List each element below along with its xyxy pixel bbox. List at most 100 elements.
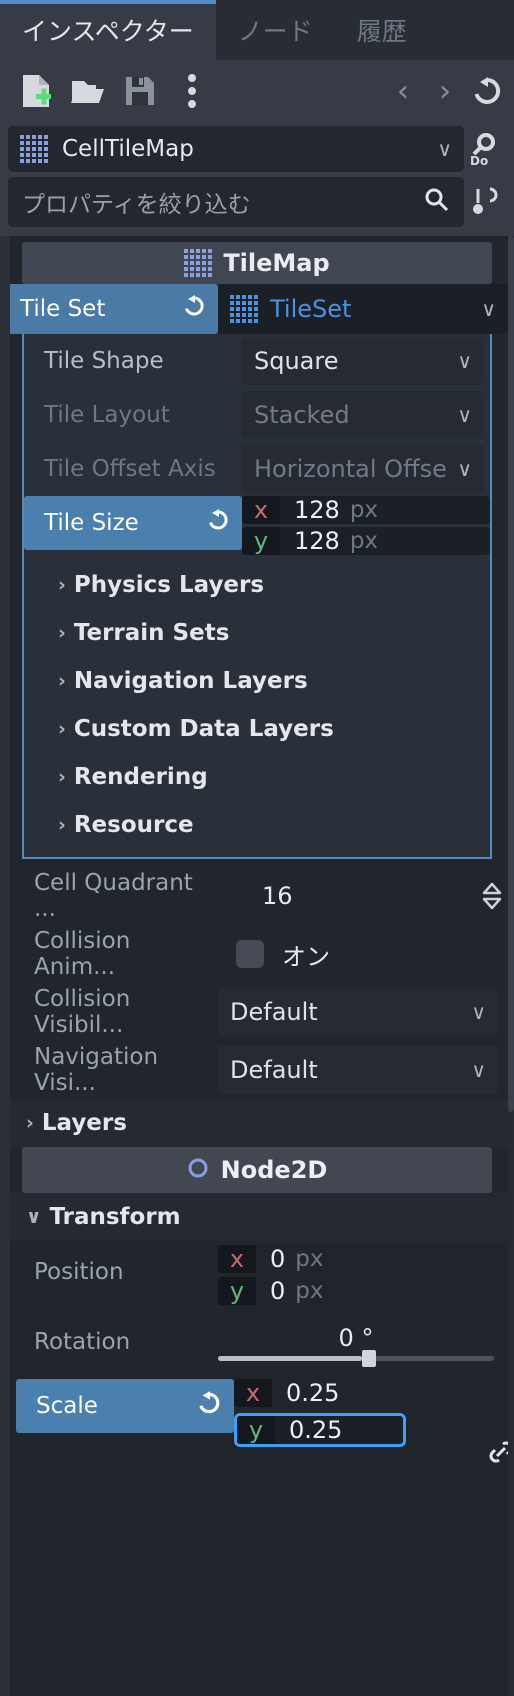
section-navigation-layers[interactable]: › Navigation Layers <box>24 657 490 705</box>
property-name-tile-shape[interactable]: Tile Shape <box>24 334 242 388</box>
property-name-collision-visibility[interactable]: Collision Visibil... <box>0 983 218 1041</box>
property-name-tile-offset-axis[interactable]: Tile Offset Axis <box>24 442 242 496</box>
property-name-tile-set[interactable]: Tile Set <box>0 284 218 334</box>
property-name-position[interactable]: Position <box>0 1245 218 1299</box>
tile-shape-dropdown[interactable]: Square ∨ <box>242 337 484 385</box>
node2d-icon <box>187 1157 209 1183</box>
revert-icon[interactable] <box>182 294 206 324</box>
revert-icon[interactable] <box>206 508 230 538</box>
position-y-unit: px <box>295 1278 324 1304</box>
scale-x-input[interactable]: x 0.25 <box>234 1379 394 1407</box>
position-y-value: 0 <box>270 1277 286 1305</box>
property-label-tile-layout: Tile Layout <box>44 402 170 428</box>
chevron-down-icon[interactable]: ∨ <box>437 137 452 161</box>
property-label-navigation-visibility: Navigation Visi... <box>34 1044 159 1096</box>
property-name-tile-layout[interactable]: Tile Layout <box>24 388 242 442</box>
property-row-tile-size: Tile Size x 128 px y 128 px <box>24 496 490 555</box>
chevron-down-icon[interactable]: ∨ <box>457 349 472 373</box>
checkbox-unchecked-icon[interactable] <box>236 940 264 968</box>
chevron-down-icon[interactable]: ∨ <box>471 1000 486 1024</box>
tab-history[interactable]: 履歴 <box>334 0 429 60</box>
section-transform[interactable]: ∨ Transform <box>0 1193 514 1241</box>
property-value-tile-set: TileSet ∨ <box>218 284 514 334</box>
tile-layout-value: Stacked <box>254 401 350 429</box>
section-custom-data-layers[interactable]: › Custom Data Layers <box>24 705 490 753</box>
slider-handle[interactable] <box>361 1349 376 1367</box>
stepper-icon[interactable] <box>480 881 504 911</box>
tab-inspector[interactable]: インスペクター <box>0 0 216 60</box>
chevron-down-icon[interactable]: ∨ <box>481 297 496 321</box>
section-label-rendering: Rendering <box>73 764 208 790</box>
property-label-tile-set: Tile Set <box>20 296 106 322</box>
property-name-collision-animatable[interactable]: Collision Anim... <box>0 925 218 983</box>
rotation-slider[interactable]: 0 ° <box>218 1323 504 1367</box>
slider-track[interactable] <box>218 1349 494 1367</box>
chevron-right-icon: › <box>58 766 66 788</box>
property-label-position: Position <box>34 1259 124 1285</box>
section-label-transform: Transform <box>49 1204 181 1230</box>
property-label-tile-shape: Tile Shape <box>44 348 164 374</box>
vertical-scrollbar[interactable] <box>508 236 514 1696</box>
property-row-tile-layout: Tile Layout Stacked ∨ <box>24 388 490 442</box>
section-rendering[interactable]: › Rendering <box>24 753 490 801</box>
property-row-scale: Scale x 0.25 y 0.25 <box>0 1379 514 1463</box>
object-selector[interactable]: CellTileMap ∨ <box>8 126 464 172</box>
search-icon[interactable] <box>424 187 450 217</box>
position-y-input[interactable]: y 0 px <box>218 1277 504 1305</box>
scale-y-input[interactable]: y 0.25 <box>234 1413 406 1447</box>
property-value-tile-shape: Square ∨ <box>242 334 490 388</box>
new-file-icon[interactable] <box>10 65 62 117</box>
object-name: CellTileMap <box>62 136 194 162</box>
tile-layout-dropdown[interactable]: Stacked ∨ <box>242 391 484 439</box>
section-label-custom-data-layers: Custom Data Layers <box>73 716 334 742</box>
chevron-down-icon[interactable]: ∨ <box>457 457 472 481</box>
property-value-cell-quadrant[interactable]: 16 <box>218 867 514 925</box>
nav-forward-button[interactable]: › <box>424 65 466 117</box>
property-value-tile-offset-axis: Horizontal Offse ∨ <box>242 442 490 496</box>
search-input[interactable]: プロパティを絞り込む <box>8 177 464 227</box>
section-resource[interactable]: › Resource <box>24 801 490 849</box>
tile-size-x-input[interactable]: x 128 px <box>242 496 490 524</box>
history-icon[interactable] <box>466 65 508 117</box>
scrollbar-thumb[interactable] <box>508 236 514 1112</box>
tile-size-y-input[interactable]: y 128 px <box>242 527 490 555</box>
chevron-down-icon[interactable]: ∨ <box>471 1058 486 1082</box>
save-icon[interactable] <box>114 65 166 117</box>
open-folder-icon[interactable] <box>62 65 114 117</box>
navigation-visibility-dropdown[interactable]: Default ∨ <box>218 1046 498 1094</box>
property-value-rotation: 0 ° <box>218 1313 514 1371</box>
tile-size-y-unit: px <box>349 528 379 554</box>
more-options-icon[interactable] <box>166 65 218 117</box>
property-name-cell-quadrant[interactable]: Cell Quadrant ... <box>0 867 218 925</box>
navigation-visibility-value: Default <box>230 1056 318 1084</box>
object-tools-icon[interactable] <box>464 176 506 228</box>
nav-back-button[interactable]: ‹ <box>382 65 424 117</box>
axis-label-x: x <box>218 1245 256 1273</box>
tab-node[interactable]: ノード <box>215 0 335 60</box>
collision-visibility-dropdown[interactable]: Default ∨ <box>218 988 498 1036</box>
doc-search-icon[interactable]: Do <box>464 123 506 175</box>
tileset-resource-field[interactable]: TileSet ∨ <box>218 284 508 334</box>
property-list: TileMap Tile Set TileSet ∨ Tile Shape Sq… <box>0 236 514 1463</box>
section-terrain-sets[interactable]: › Terrain Sets <box>24 609 490 657</box>
property-value-collision-animatable: オン <box>218 925 514 983</box>
section-layers[interactable]: › Layers <box>0 1099 514 1147</box>
revert-icon[interactable] <box>196 1390 222 1422</box>
property-name-rotation[interactable]: Rotation <box>0 1313 218 1371</box>
tab-history-label: 履歴 <box>356 17 407 46</box>
inspector-panel: インスペクター ノード 履歴 ‹ › CellTileMap ∨ Do プロパテ… <box>0 0 514 1696</box>
property-name-navigation-visibility[interactable]: Navigation Visi... <box>0 1041 218 1099</box>
tile-size-y-value: 128 <box>294 527 340 555</box>
rotation-value: 0 ° <box>338 1323 374 1352</box>
svg-text:Do: Do <box>470 154 488 166</box>
tile-offset-axis-dropdown[interactable]: Horizontal Offse ∨ <box>242 445 484 493</box>
cell-quadrant-value: 16 <box>262 882 293 910</box>
search-placeholder: プロパティを絞り込む <box>22 192 251 218</box>
property-name-tile-size[interactable]: Tile Size <box>24 496 242 550</box>
section-physics-layers[interactable]: › Physics Layers <box>24 561 490 609</box>
inspector-toolbar: ‹ › <box>0 60 514 122</box>
chevron-down-icon[interactable]: ∨ <box>457 403 472 427</box>
property-name-scale[interactable]: Scale <box>16 1379 234 1433</box>
position-x-input[interactable]: x 0 px <box>218 1245 504 1273</box>
axis-label-y: y <box>237 1416 275 1444</box>
